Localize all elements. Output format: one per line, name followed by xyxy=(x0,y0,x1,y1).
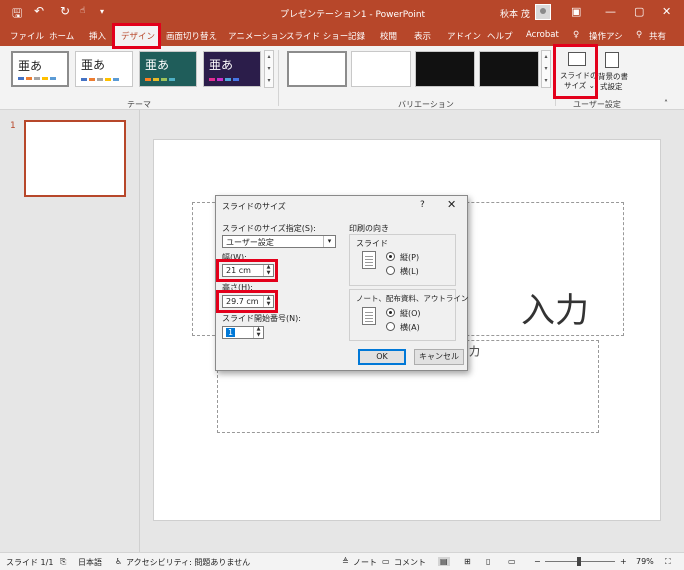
notes-landscape-radio[interactable] xyxy=(386,322,395,331)
accessibility-status[interactable]: アクセシビリティ: 問題ありません xyxy=(126,557,250,568)
size-select[interactable]: ユーザー設定 ▾ xyxy=(222,235,336,248)
slideshow-view-icon[interactable]: ▭ xyxy=(508,557,516,566)
lightbulb-icon[interactable]: ♀ xyxy=(573,30,579,40)
dialog-title: スライドのサイズ xyxy=(222,202,286,211)
variation-3[interactable] xyxy=(415,51,475,87)
comments-icon[interactable]: ▭ xyxy=(382,557,390,566)
zoom-out-icon[interactable]: − xyxy=(534,557,541,566)
help-button[interactable]: ? xyxy=(420,200,425,210)
tab-acrobat[interactable]: Acrobat xyxy=(526,30,559,40)
ok-button[interactable]: OK xyxy=(358,349,406,365)
tab-animations[interactable]: アニメーション xyxy=(228,30,287,42)
tab-review[interactable]: 校閲 xyxy=(380,30,397,42)
redo-icon[interactable]: ↻ xyxy=(60,4,70,18)
tab-record[interactable]: 記録 xyxy=(348,30,365,42)
slide-sorter-icon[interactable]: ⊞ xyxy=(464,557,471,566)
status-bar: スライド 1/1 ⎘ 日本語 ♿ アクセシビリティ: 問題ありません ≜ ノート… xyxy=(0,552,684,570)
share-icon[interactable]: ⚲ xyxy=(636,30,642,40)
tab-insert[interactable]: 挿入 xyxy=(89,30,106,42)
user-name[interactable]: 秋本 茂 xyxy=(500,7,530,20)
slide-orientation-group: スライド 縦(P) 横(L) xyxy=(349,234,456,286)
themes-group-label: テーマ xyxy=(127,100,151,109)
start-number-spinner-icon[interactable]: ▲ ▼ xyxy=(253,326,263,338)
height-highlight xyxy=(216,290,278,313)
tab-transitions[interactable]: 画面切り替え xyxy=(166,30,217,42)
notes-icon[interactable]: ≜ xyxy=(342,557,349,566)
touch-mode-icon[interactable]: ☝ xyxy=(80,6,85,16)
tab-tell-me[interactable]: 操作アシ xyxy=(589,30,623,42)
orientation-label: 印刷の向き xyxy=(349,224,389,233)
slide-count: スライド 1/1 xyxy=(6,558,54,567)
customize-qa-icon[interactable]: ▾ xyxy=(100,7,104,16)
slide-landscape-radio[interactable] xyxy=(386,266,395,275)
variations-group-label: バリエーション xyxy=(398,100,454,109)
ribbon-tabs: ファイル ホーム 挿入 デザイン 画面切り替え アニメーション スライド ショー… xyxy=(0,26,684,48)
variation-2[interactable] xyxy=(351,51,411,87)
theme-facet[interactable]: 亜あ xyxy=(139,51,197,87)
chevron-down-icon: ▾ xyxy=(323,236,335,247)
language[interactable]: 日本語 xyxy=(78,557,102,568)
tab-view[interactable]: 表示 xyxy=(414,30,431,42)
notes-page-icon xyxy=(362,307,376,325)
title-bar: 🖫 ↶ ↻ ☝ ▾ プレゼンテーション1 - PowerPoint 秋本 茂 ▣… xyxy=(0,0,684,26)
theme-office[interactable]: 亜あ xyxy=(11,51,69,87)
tab-share[interactable]: 共有 xyxy=(649,30,666,42)
variation-4[interactable] xyxy=(479,51,539,87)
slide-size-highlight xyxy=(553,44,598,99)
design-tab-highlight xyxy=(112,23,161,49)
start-number-field[interactable]: 1 ▲ ▼ xyxy=(222,326,264,339)
variation-1[interactable] xyxy=(287,51,347,87)
tab-addins[interactable]: アドイン xyxy=(447,30,481,42)
minimize-icon[interactable]: — xyxy=(605,5,616,18)
fit-slide-icon[interactable]: ⛶ xyxy=(665,557,671,567)
slide-portrait-radio[interactable] xyxy=(386,252,395,261)
close-icon[interactable]: ✕ xyxy=(662,5,671,18)
undo-icon[interactable]: ↶ xyxy=(34,4,44,18)
start-number-label: スライド開始番号(N): xyxy=(222,314,301,323)
width-highlight xyxy=(216,259,278,282)
spellcheck-icon[interactable]: ⎘ xyxy=(60,557,66,567)
window-title: プレゼンテーション1 - PowerPoint xyxy=(280,10,426,20)
zoom-in-icon[interactable]: + xyxy=(620,557,627,566)
thumbnail-pane: 1 xyxy=(0,110,140,552)
slide-number: 1 xyxy=(10,121,16,131)
portrait-page-icon xyxy=(362,251,376,269)
comments-button[interactable]: コメント xyxy=(394,557,426,568)
format-background-button[interactable]: 背景の書 式設定 xyxy=(597,48,629,96)
theme-office-2[interactable]: 亜あ xyxy=(75,51,133,87)
size-select-label: スライドのサイズ指定(S): xyxy=(222,224,316,233)
notes-portrait-radio[interactable] xyxy=(386,308,395,317)
accessibility-icon[interactable]: ♿ xyxy=(115,557,122,566)
theme-ion[interactable]: 亜あ xyxy=(203,51,261,87)
tab-slideshow[interactable]: スライド ショー xyxy=(286,30,348,42)
slide-size-dialog[interactable]: スライドのサイズ ? ✕ スライドのサイズ指定(S): ユーザー設定 ▾ 幅(W… xyxy=(215,195,468,371)
notes-orientation-group: ノート、配布資料、アウトライン 縦(O) 横(A) xyxy=(349,289,468,341)
themes-scroll[interactable]: ▴ ▾ ▾ xyxy=(264,50,274,88)
user-group-label: ユーザー設定 xyxy=(573,100,621,109)
avatar[interactable] xyxy=(535,4,551,20)
notes-button[interactable]: ノート xyxy=(353,557,377,568)
zoom-level[interactable]: 79% xyxy=(636,557,654,566)
subtitle-placeholder-text: カ xyxy=(468,345,482,360)
normal-view-icon[interactable]: ▤ xyxy=(438,557,450,566)
tab-home[interactable]: ホーム xyxy=(49,30,74,42)
reading-view-icon[interactable]: ▯ xyxy=(486,557,490,566)
dialog-close-button[interactable]: ✕ xyxy=(447,198,456,211)
title-placeholder-text: 入力 xyxy=(521,291,589,331)
save-icon[interactable]: 🖫 xyxy=(12,4,22,25)
collapse-ribbon-icon[interactable]: ˄ xyxy=(664,99,668,108)
zoom-slider-thumb[interactable] xyxy=(577,557,581,566)
tab-help[interactable]: ヘルプ xyxy=(487,30,513,42)
variations-scroll[interactable]: ▴ ▾ ▾ xyxy=(541,50,551,88)
maximize-icon[interactable]: ▢ xyxy=(634,5,644,18)
format-background-icon xyxy=(605,52,619,68)
cancel-button[interactable]: キャンセル xyxy=(414,349,464,365)
tab-file[interactable]: ファイル xyxy=(10,30,44,42)
ribbon-display-icon[interactable]: ▣ xyxy=(571,5,581,18)
slide-thumbnail[interactable] xyxy=(24,120,126,197)
